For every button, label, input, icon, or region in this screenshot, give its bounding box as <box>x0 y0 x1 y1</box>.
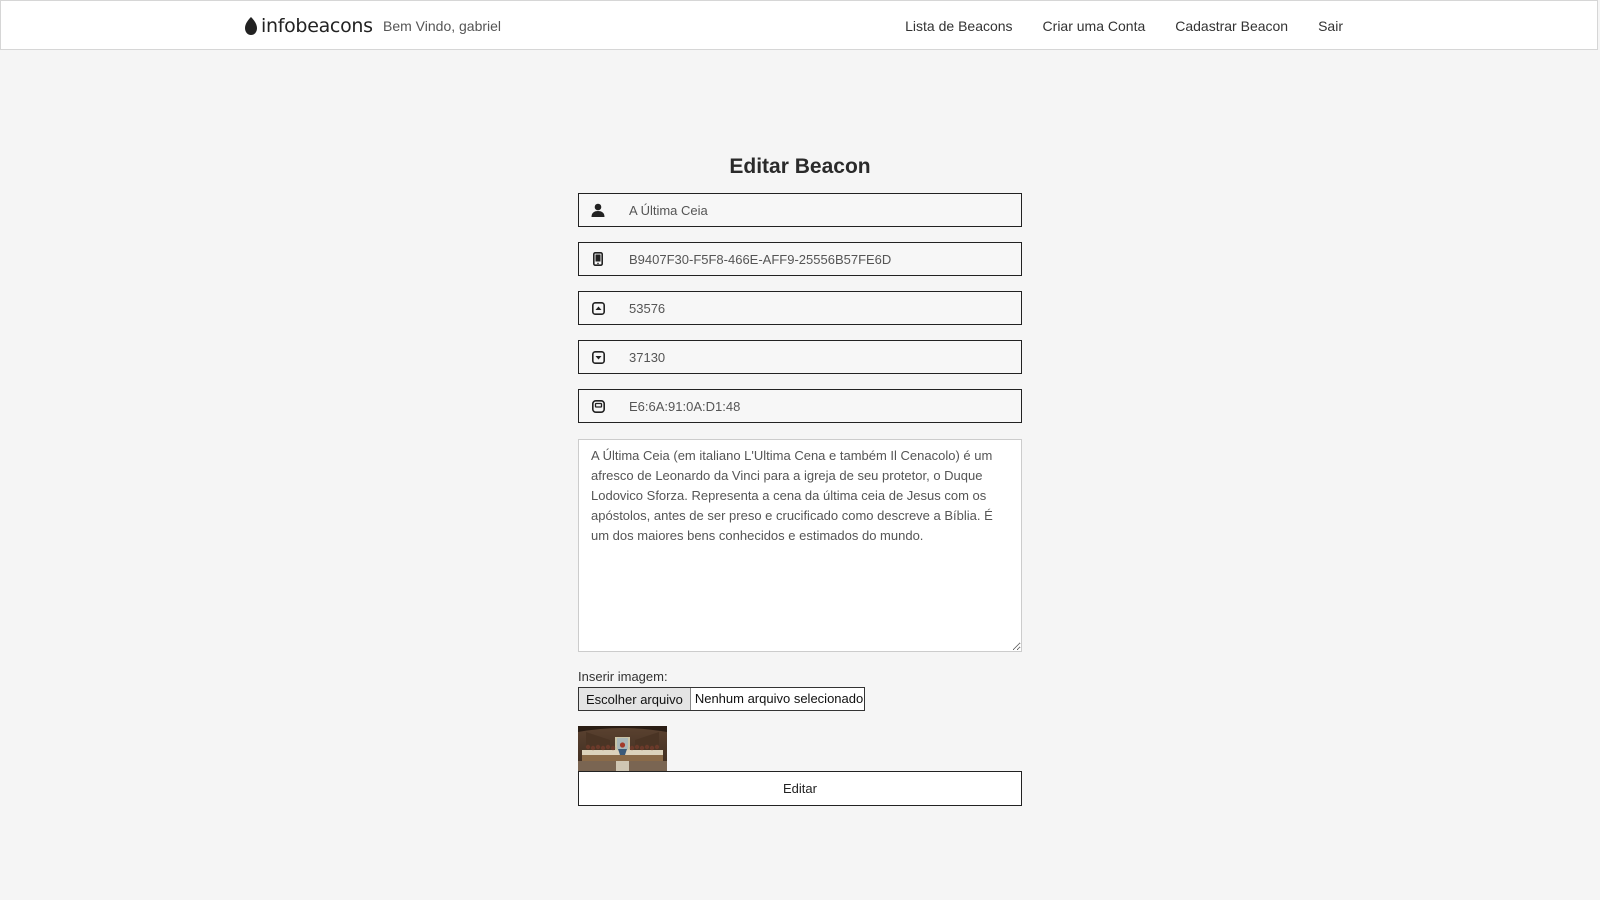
beacon-description-textarea[interactable]: A Última Ceia (em italiano L'Ultima Cena… <box>578 439 1022 652</box>
beacon-uuid-input[interactable] <box>617 243 1021 275</box>
nav-link-logout[interactable]: Sair <box>1318 18 1343 34</box>
beacon-image-thumbnail <box>578 726 667 772</box>
beacon-drop-icon <box>245 17 257 35</box>
image-label: Inserir imagem: <box>578 669 668 684</box>
beacon-name-input[interactable] <box>617 194 1021 226</box>
mobile-phone-icon <box>579 243 617 275</box>
choose-file-button[interactable]: Escolher arquivo <box>579 688 691 710</box>
beacon-major-input[interactable] <box>617 292 1021 324</box>
beacon-minor-input[interactable] <box>617 341 1021 373</box>
beacon-minor-field <box>578 340 1022 374</box>
nav-link-beacon-list[interactable]: Lista de Beacons <box>905 18 1012 34</box>
beacon-mac-field <box>578 389 1022 423</box>
nav-link-register-beacon[interactable]: Cadastrar Beacon <box>1175 18 1288 34</box>
beacon-mac-input[interactable] <box>617 390 1021 422</box>
beacon-name-field <box>578 193 1022 227</box>
nav-link-create-account[interactable]: Criar uma Conta <box>1043 18 1146 34</box>
caret-square-up-icon <box>579 292 617 324</box>
user-icon <box>579 194 617 226</box>
brand-name: infobeacons <box>261 15 373 37</box>
edit-submit-button[interactable]: Editar <box>578 771 1022 806</box>
beacon-major-field <box>578 291 1022 325</box>
caret-square-down-icon <box>579 341 617 373</box>
beacon-uuid-field <box>578 242 1022 276</box>
page-title: Editar Beacon <box>729 155 871 178</box>
file-input: Escolher arquivo Nenhum arquivo selecion… <box>578 687 866 711</box>
brand-logo[interactable]: infobeacons <box>245 14 373 38</box>
nav-links: Lista de Beacons Criar uma Conta Cadastr… <box>905 18 1343 34</box>
welcome-message: Bem Vindo, gabriel <box>383 18 502 34</box>
file-status: Nenhum arquivo selecionado <box>694 691 864 706</box>
top-navbar: infobeacons Bem Vindo, gabriel Lista de … <box>0 0 1598 50</box>
hdd-icon <box>579 390 617 422</box>
